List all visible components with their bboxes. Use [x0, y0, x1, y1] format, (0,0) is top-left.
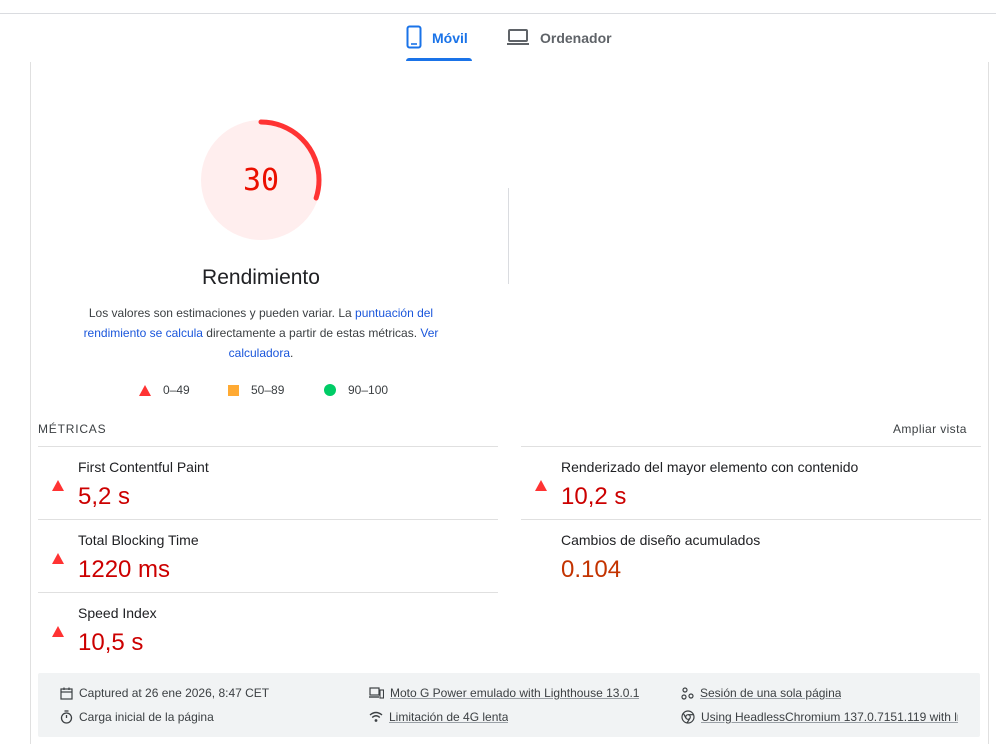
metric-first-contentful-paint: First Contentful Paint 5,2 s: [38, 446, 498, 519]
legend-average-label: 50–89: [251, 383, 285, 397]
desc-text-2: directamente a partir de estas métricas.: [202, 326, 421, 340]
runtime-throttling-text[interactable]: Limitación de 4G lenta: [389, 710, 508, 724]
runtime-settings: Captured at 26 ene 2026, 8:47 CET Carga …: [38, 673, 980, 737]
metric-cumulative-layout-shift: Cambios de diseño acumulados 0.104: [521, 519, 981, 592]
metric-value: 10,5 s: [78, 629, 144, 656]
metric-title: Renderizado del mayor elemento con conte…: [561, 459, 859, 475]
metric-title: First Contentful Paint: [78, 459, 209, 475]
chrome-icon: [681, 710, 695, 724]
runtime-session[interactable]: Sesión de una sola página: [681, 685, 841, 701]
runtime-browser[interactable]: Using HeadlessChromium 137.0.7151.119 wi…: [681, 709, 958, 725]
metric-largest-contentful-paint: Renderizado del mayor elemento con conte…: [521, 446, 981, 519]
legend-fail: 0–49: [139, 382, 190, 398]
smartphone-icon: [406, 25, 422, 52]
legend-pass: 90–100: [324, 382, 388, 398]
runtime-browser-text[interactable]: Using HeadlessChromium 137.0.7151.119 wi…: [701, 710, 958, 724]
orange-square-icon: [228, 384, 239, 396]
vertical-divider: [508, 188, 509, 284]
device-tabs: Móvil Ordenador: [0, 14, 996, 62]
metric-total-blocking-time: Total Blocking Time 1220 ms: [38, 519, 498, 592]
performance-title: Rendimiento: [202, 266, 320, 289]
panel-right-border: [988, 62, 989, 744]
fail-triangle-icon: [535, 463, 547, 491]
panel-left-border: [30, 62, 31, 744]
runtime-initial-load-text: Carga inicial de la página: [79, 710, 214, 724]
legend-average: 50–89: [228, 382, 284, 398]
desc-text-1: Los valores son estimaciones y pueden va…: [88, 306, 356, 320]
runtime-throttling[interactable]: Limitación de 4G lenta: [369, 709, 508, 725]
calendar-icon: [60, 687, 73, 700]
green-circle-icon: [324, 384, 336, 396]
runtime-captured: Captured at 26 ene 2026, 8:47 CET: [60, 685, 269, 701]
metric-value: 0.104: [561, 556, 622, 583]
timer-icon: [60, 710, 73, 724]
metric-title: Total Blocking Time: [78, 532, 199, 548]
metric-title: Cambios de diseño acumulados: [561, 532, 761, 548]
fail-triangle-icon: [52, 609, 64, 637]
tab-mobile[interactable]: Móvil: [406, 14, 472, 62]
red-triangle-icon: [139, 384, 151, 396]
laptop-icon: [506, 28, 530, 49]
tab-desktop[interactable]: Ordenador: [506, 14, 616, 62]
metric-value: 5,2 s: [78, 483, 131, 510]
desc-text-3: .: [290, 346, 294, 360]
wifi-icon: [369, 711, 383, 722]
metric-title: Speed Index: [78, 605, 157, 621]
legend-pass-label: 90–100: [348, 383, 389, 397]
runtime-device-text[interactable]: Moto G Power emulado with Lighthouse 13.…: [390, 686, 639, 700]
runtime-device[interactable]: Moto G Power emulado with Lighthouse 13.…: [369, 685, 639, 701]
tab-mobile-label: Móvil: [432, 30, 468, 46]
runtime-captured-text: Captured at 26 ene 2026, 8:47 CET: [79, 686, 270, 700]
session-icon: [681, 686, 694, 700]
expand-view-toggle[interactable]: Ampliar vista: [893, 422, 967, 436]
performance-description: Los valores son estimaciones y pueden va…: [78, 303, 444, 363]
runtime-initial-load: Carga inicial de la página: [60, 709, 214, 725]
performance-score-value: 30: [242, 162, 280, 198]
metric-speed-index: Speed Index 10,5 s: [38, 592, 498, 665]
fail-triangle-icon: [52, 463, 64, 491]
fail-triangle-icon: [52, 536, 64, 564]
legend-fail-label: 0–49: [163, 383, 190, 397]
active-tab-indicator: [406, 58, 472, 61]
runtime-session-text[interactable]: Sesión de una sola página: [700, 686, 841, 700]
tab-desktop-label: Ordenador: [540, 30, 612, 46]
devices-icon: [369, 687, 384, 699]
metrics-heading: MÉTRICAS: [38, 422, 107, 436]
metric-value: 10,2 s: [561, 483, 627, 510]
metric-value: 1220 ms: [78, 556, 171, 583]
